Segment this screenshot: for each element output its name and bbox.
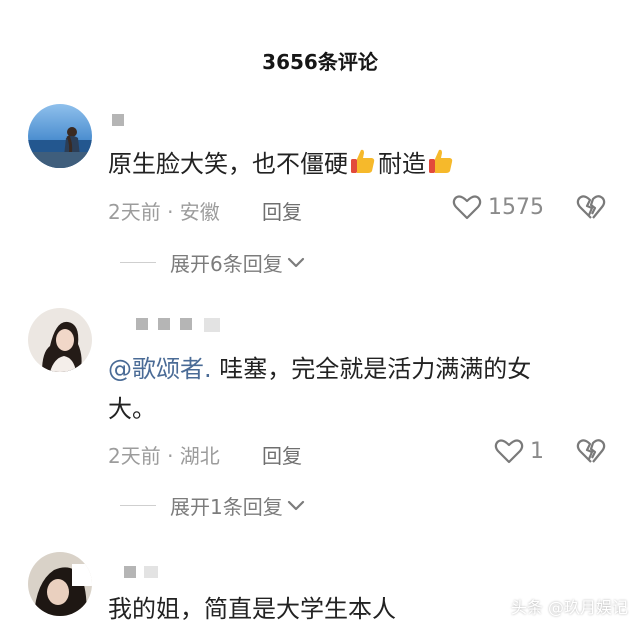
dislike-button[interactable] bbox=[576, 193, 606, 225]
username-masked[interactable] bbox=[112, 114, 132, 128]
expand-replies-label: 展开6条回复 bbox=[170, 252, 283, 276]
comment-text: 原生脸大笑，也不僵硬 耐造 bbox=[108, 145, 456, 183]
dislike-button[interactable] bbox=[576, 437, 606, 469]
expand-replies-label: 展开1条回复 bbox=[170, 495, 283, 519]
broken-heart-icon bbox=[576, 439, 606, 463]
chevron-down-icon bbox=[287, 257, 304, 267]
reply-button[interactable]: 回复 bbox=[262, 440, 302, 469]
heart-outline-icon bbox=[494, 439, 524, 464]
broken-heart-icon bbox=[576, 195, 606, 219]
mention-link[interactable]: @歌颂者. bbox=[108, 355, 212, 383]
reply-button[interactable]: 回复 bbox=[262, 196, 302, 225]
comment-text-part: 原生脸大笑，也不僵硬 bbox=[108, 150, 348, 178]
comment-text-line: 大。 bbox=[108, 395, 156, 423]
avatar[interactable] bbox=[28, 308, 92, 372]
like-button[interactable]: 1 bbox=[494, 437, 544, 465]
divider bbox=[120, 262, 156, 263]
divider bbox=[120, 505, 156, 506]
expand-replies[interactable]: 展开1条回复 bbox=[120, 491, 305, 520]
comment-text: @歌颂者. 哇塞，完全就是活力满满的女 bbox=[108, 350, 531, 388]
like-button[interactable]: 1575 bbox=[452, 193, 544, 221]
thumbs-up-icon bbox=[429, 149, 453, 173]
comment-meta: 2天前 · 安徽 bbox=[108, 200, 220, 224]
like-count: 1 bbox=[530, 438, 544, 464]
thumbs-up-icon bbox=[351, 149, 375, 173]
comment-text-part: 哇塞，完全就是活力满满的女 bbox=[211, 355, 532, 383]
watermark: 头条 @玖月娱记 bbox=[510, 598, 628, 617]
comments-header-title: 3656条评论 bbox=[262, 50, 378, 74]
comment-text-part: 耐造 bbox=[378, 150, 426, 178]
expand-replies[interactable]: 展开6条回复 bbox=[120, 248, 305, 277]
chevron-down-icon bbox=[287, 500, 304, 510]
avatar[interactable] bbox=[28, 104, 92, 168]
heart-outline-icon bbox=[452, 195, 482, 220]
like-count: 1575 bbox=[488, 194, 544, 220]
comment-text: 我的姐，简直是大学生本人 bbox=[108, 595, 396, 623]
username-masked[interactable] bbox=[124, 566, 164, 580]
avatar[interactable] bbox=[28, 552, 92, 616]
comment-meta: 2天前 · 湖北 bbox=[108, 444, 220, 468]
username-masked[interactable] bbox=[136, 318, 236, 332]
